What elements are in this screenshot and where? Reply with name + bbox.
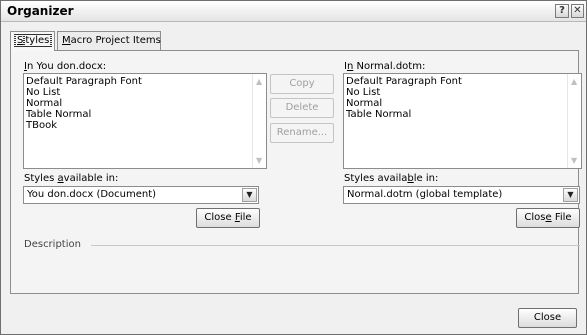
tab-styles[interactable]: Styles: [10, 31, 55, 51]
copy-button[interactable]: Copy: [270, 74, 334, 94]
scroll-up-icon[interactable]: ▲: [256, 77, 262, 86]
right-list-items: Default Paragraph Font No List Normal Ta…: [344, 74, 581, 120]
tab-macro-project-items[interactable]: Macro Project Items: [57, 31, 161, 50]
left-available-value: You don.docx (Document): [27, 189, 157, 200]
right-available-select[interactable]: Normal.dotm (global template) ▼: [343, 186, 580, 204]
left-available-select[interactable]: You don.docx (Document) ▼: [23, 186, 259, 204]
scroll-down-icon[interactable]: ▼: [256, 156, 262, 165]
list-item[interactable]: Normal: [24, 98, 266, 109]
left-available-label: Styles available in:: [24, 173, 119, 184]
list-item[interactable]: Normal: [344, 98, 581, 109]
list-item[interactable]: No List: [344, 87, 581, 98]
left-list-scrollbar[interactable]: ▲ ▼: [252, 74, 266, 168]
chevron-down-icon[interactable]: ▼: [242, 188, 257, 202]
left-list-items: Default Paragraph Font No List Normal Ta…: [24, 74, 266, 131]
list-item[interactable]: Table Normal: [344, 109, 581, 120]
description-label: Description: [24, 239, 81, 250]
rename-button[interactable]: Rename...: [270, 123, 334, 143]
right-list-label: In Normal.dotm:: [344, 61, 426, 72]
close-button[interactable]: Close: [518, 308, 577, 328]
right-available-value: Normal.dotm (global template): [347, 189, 503, 200]
organizer-dialog: Organizer ? ✕ Styles Macro Project Items…: [0, 0, 587, 335]
title-bar: Organizer ? ✕: [1, 1, 586, 22]
right-close-file-button[interactable]: Close File: [516, 208, 580, 228]
styles-panel: In You don.docx: Default Paragraph Font …: [10, 50, 582, 294]
list-item[interactable]: Default Paragraph Font: [24, 76, 266, 87]
right-styles-list[interactable]: Default Paragraph Font No List Normal Ta…: [343, 73, 582, 169]
right-available-label: Styles available in:: [344, 173, 439, 184]
description-divider: [91, 245, 580, 246]
close-icon[interactable]: ✕: [571, 4, 584, 18]
right-list-scrollbar[interactable]: ▲ ▼: [567, 74, 581, 168]
tab-styles-label: Styles: [13, 34, 53, 47]
delete-button[interactable]: Delete: [270, 98, 334, 118]
help-icon[interactable]: ?: [555, 4, 569, 18]
list-item[interactable]: Default Paragraph Font: [344, 76, 581, 87]
left-close-file-button[interactable]: Close File: [196, 208, 260, 228]
tab-macro-label: Macro Project Items: [62, 35, 161, 46]
left-styles-list[interactable]: Default Paragraph Font No List Normal Ta…: [23, 73, 267, 169]
scroll-up-icon[interactable]: ▲: [571, 77, 577, 86]
list-item[interactable]: No List: [24, 87, 266, 98]
list-item[interactable]: Table Normal: [24, 109, 266, 120]
scroll-down-icon[interactable]: ▼: [571, 156, 577, 165]
left-list-label: In You don.docx:: [24, 61, 107, 72]
window-title: Organizer: [7, 4, 74, 18]
chevron-down-icon[interactable]: ▼: [563, 188, 578, 202]
list-item[interactable]: TBook: [24, 120, 266, 131]
